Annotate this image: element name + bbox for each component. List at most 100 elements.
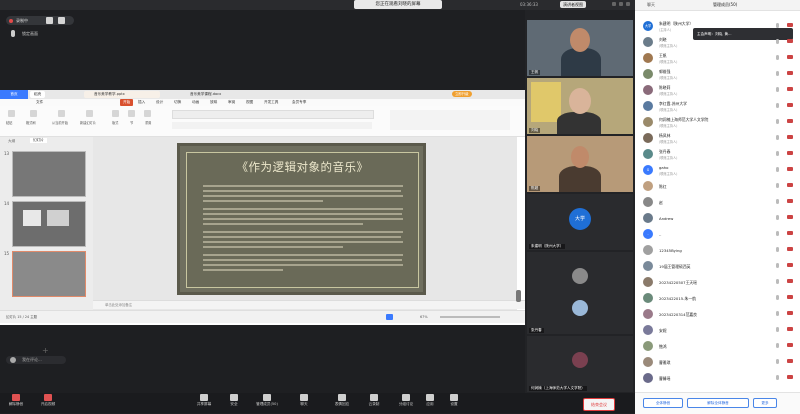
camera-off-icon[interactable]: [787, 167, 793, 171]
share-screen-button[interactable]: 共享屏幕: [190, 394, 218, 407]
participant-row[interactable]: 鲍鸿: [635, 340, 800, 353]
participant-row[interactable]: Ggaho (联席主持人): [635, 164, 800, 177]
camera-off-icon[interactable]: [787, 327, 793, 331]
pause-icon[interactable]: [46, 17, 53, 24]
mic-muted-icon[interactable]: [776, 71, 779, 76]
camera-off-icon[interactable]: [787, 119, 793, 123]
camera-off-icon[interactable]: [787, 199, 793, 203]
camera-off-icon[interactable]: [787, 263, 793, 267]
mic-muted-icon[interactable]: [776, 295, 779, 300]
camera-off-icon[interactable]: [787, 279, 793, 283]
stop-icon[interactable]: [58, 17, 65, 24]
reactions-button[interactable]: 表情回应: [328, 394, 356, 407]
camera-off-icon[interactable]: [787, 39, 793, 43]
camera-off-icon[interactable]: [787, 247, 793, 251]
mic-muted-icon[interactable]: [776, 39, 779, 44]
unmute-button[interactable]: 解除静音: [2, 394, 30, 407]
video-tile[interactable]: 张丹春: [527, 294, 633, 334]
mic-muted-icon[interactable]: [776, 199, 779, 204]
video-tile[interactable]: 刘晓: [527, 78, 633, 134]
upgrade-button[interactable]: 立即升级: [452, 91, 472, 97]
mic-muted-icon[interactable]: [776, 263, 779, 268]
mic-muted-icon[interactable]: [776, 215, 779, 220]
maximize-icon[interactable]: [619, 2, 623, 6]
participant-row[interactable]: ...: [635, 228, 800, 241]
menu-file[interactable]: 文件: [36, 99, 43, 106]
mic-muted-icon[interactable]: [776, 247, 779, 252]
camera-off-icon[interactable]: [787, 151, 793, 155]
participant-row[interactable]: 何润楠上海师范大学人文学院 (联席主持人): [635, 116, 800, 129]
participant-row[interactable]: 12345Bying: [635, 244, 800, 257]
more-button[interactable]: 更多: [753, 398, 777, 408]
mic-muted-icon[interactable]: [776, 55, 779, 60]
camera-off-icon[interactable]: [787, 87, 793, 91]
participant-row[interactable]: 曹馨瑶: [635, 372, 800, 385]
camera-off-icon[interactable]: [787, 359, 793, 363]
start-video-button[interactable]: 开启视频: [34, 394, 62, 407]
paste-icon[interactable]: [8, 110, 15, 117]
participant-row[interactable]: 安妮: [635, 324, 800, 337]
camera-off-icon[interactable]: [787, 71, 793, 75]
participant-row[interactable]: 20234220507王天瑶: [635, 276, 800, 289]
play-icon[interactable]: [386, 314, 393, 320]
mic-muted-icon[interactable]: [776, 327, 779, 332]
mic-muted-icon[interactable]: [776, 311, 779, 316]
section-icon[interactable]: [128, 110, 135, 117]
slide-thumbnail-15[interactable]: [12, 251, 86, 297]
mic-muted-icon[interactable]: [776, 87, 779, 92]
manage-members-button[interactable]: 管理成员(50): [250, 394, 284, 407]
participant-row[interactable]: 刘晓 (联席主持人): [635, 36, 800, 49]
slides-tab[interactable]: 幻灯片: [30, 138, 47, 143]
camera-off-icon[interactable]: [787, 343, 793, 347]
participant-row[interactable]: 李红霞-苏州大学 (联席主持人): [635, 100, 800, 113]
participant-row[interactable]: 郭维强 (联席主持人): [635, 68, 800, 81]
minimize-icon[interactable]: [612, 2, 616, 6]
participant-row[interactable]: 王帆 (联席主持人): [635, 52, 800, 65]
settings-button[interactable]: 设置: [440, 394, 468, 407]
participant-row[interactable]: 大学 朱建明（陕州大学） (主持人): [635, 20, 800, 33]
mic-muted-icon[interactable]: [776, 103, 779, 108]
participant-row[interactable]: 杨凤林 (联席主持人): [635, 132, 800, 145]
participant-row[interactable]: Andrew: [635, 212, 800, 225]
participant-row[interactable]: 张丹春 (联席主持人): [635, 148, 800, 161]
security-button[interactable]: 安全: [220, 394, 248, 407]
camera-off-icon[interactable]: [787, 295, 793, 299]
cloud-record-button[interactable]: 云录制: [360, 394, 388, 407]
chat-button[interactable]: 聊天: [290, 394, 318, 407]
chat-tab[interactable]: 聊天: [647, 0, 655, 10]
slide-thumbnail-13[interactable]: [12, 151, 86, 197]
mic-muted-icon[interactable]: [776, 359, 779, 364]
mic-muted-icon[interactable]: [776, 23, 779, 28]
camera-off-icon[interactable]: [787, 55, 793, 59]
menu-member[interactable]: 会员专享: [292, 99, 306, 106]
menu-slideshow[interactable]: 放映: [210, 99, 217, 106]
view-mode-button[interactable]: 演讲者视图: [560, 1, 586, 8]
outline-tab[interactable]: 大纲: [8, 139, 15, 144]
camera-off-icon[interactable]: [787, 135, 793, 139]
tab-document-2[interactable]: 音乐美学课程.docx: [186, 91, 225, 98]
menu-transition[interactable]: 切换: [174, 99, 181, 106]
menu-view[interactable]: 视图: [246, 99, 253, 106]
mic-muted-icon[interactable]: [776, 151, 779, 156]
video-tile[interactable]: 陈超: [527, 136, 633, 192]
zoom-slider[interactable]: [440, 316, 500, 318]
camera-off-icon[interactable]: [787, 231, 793, 235]
share-banner[interactable]: 您正在观看刘晓的屏幕: [354, 0, 442, 9]
video-tile[interactable]: 大学 朱建明（陕州大学）: [527, 194, 633, 250]
participant-row[interactable]: 曹雅琪: [635, 356, 800, 369]
camera-off-icon[interactable]: [787, 215, 793, 219]
participant-row[interactable]: 赵: [635, 196, 800, 209]
close-icon[interactable]: [626, 2, 630, 6]
menu-design[interactable]: 设计: [156, 99, 163, 106]
video-tile[interactable]: 何润楠（上海师范大学人文学院）: [527, 336, 633, 392]
drawing-tools[interactable]: [390, 110, 510, 130]
mic-muted-icon[interactable]: [776, 343, 779, 348]
lock-view-label[interactable]: 锁定画面: [22, 30, 38, 37]
mic-muted-icon[interactable]: [776, 167, 779, 172]
menu-developer[interactable]: 开发工具: [264, 99, 278, 106]
zoom-level[interactable]: 67%: [420, 311, 428, 323]
paragraph-controls[interactable]: [172, 122, 372, 129]
camera-off-icon[interactable]: [787, 183, 793, 187]
slide-thumbnail-14[interactable]: [12, 201, 86, 247]
menu-start[interactable]: 开始: [120, 99, 134, 106]
